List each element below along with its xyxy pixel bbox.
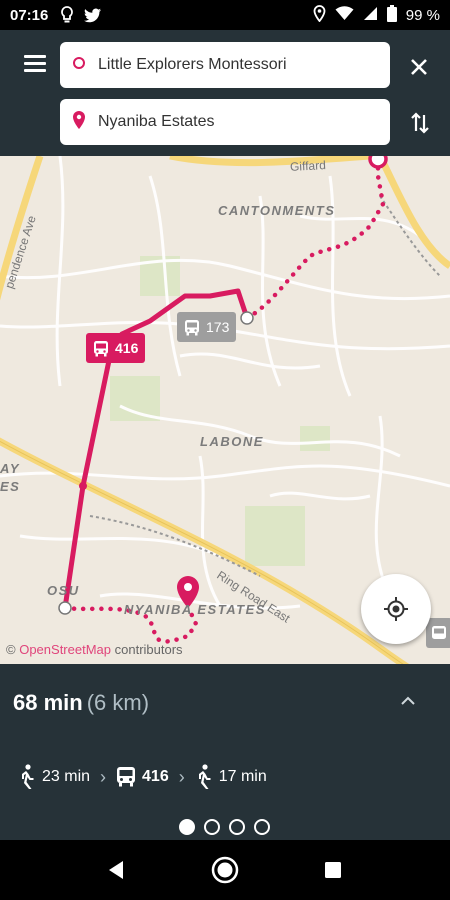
page-dot-2[interactable] xyxy=(204,819,220,835)
bus-icon xyxy=(185,319,199,335)
bus-step: 416 xyxy=(116,766,169,788)
expand-button[interactable] xyxy=(398,694,418,708)
destination-pin-icon xyxy=(72,110,86,135)
wifi-icon xyxy=(335,5,354,25)
route-map[interactable]: CANTONMENTS LABONE NYANIBA ESTATES OSU A… xyxy=(0,156,450,664)
destination-text: Nyaniba Estates xyxy=(98,113,215,130)
walk-step-2: 17 min xyxy=(195,764,267,790)
crosshair-icon xyxy=(384,597,408,621)
battery-percent: 99 % xyxy=(405,6,440,24)
twitter-icon xyxy=(84,8,102,23)
bus-173-label: 173 xyxy=(206,319,230,335)
search-header: Little Explorers Montessori Nyaniba Esta… xyxy=(0,30,450,156)
chevron-right-icon: › xyxy=(100,766,107,787)
walk-step-1: 23 min xyxy=(18,764,90,790)
walk-route-start xyxy=(244,156,386,321)
origin-field[interactable]: Little Explorers Montessori xyxy=(60,42,390,88)
status-bar: 07:16 99 % xyxy=(0,0,450,30)
bus-stop-marker[interactable] xyxy=(426,618,450,648)
home-icon xyxy=(211,856,239,884)
location-icon xyxy=(313,4,326,26)
map-label-partial-2: ES xyxy=(0,479,21,494)
trip-summary-panel[interactable]: 68 min (6 km) 23 min › 416 › 17 min xyxy=(0,664,450,840)
bus-173-badge[interactable]: 173 xyxy=(177,312,237,342)
battery-icon xyxy=(386,4,397,26)
walk-icon xyxy=(22,764,34,789)
swap-icon xyxy=(411,112,429,134)
my-location-button[interactable] xyxy=(361,574,431,644)
origin-marker-icon xyxy=(72,56,86,75)
chevron-right-icon: › xyxy=(178,766,185,787)
walk-icon xyxy=(198,764,211,789)
map-label-nyaniba: NYANIBA ESTATES xyxy=(124,602,266,617)
menu-button[interactable] xyxy=(20,52,50,76)
bus-416-label: 416 xyxy=(115,340,139,356)
bus-icon xyxy=(94,340,108,356)
chevron-up-icon xyxy=(401,696,415,705)
trip-duration: 68 min (6 km) xyxy=(13,690,150,715)
recents-icon xyxy=(325,862,341,878)
origin-text: Little Explorers Montessori xyxy=(98,56,287,73)
openstreetmap-link[interactable]: OpenStreetMap xyxy=(19,642,111,657)
page-dot-4[interactable] xyxy=(254,819,270,835)
lightbulb-icon xyxy=(60,6,74,24)
signal-icon xyxy=(363,6,378,25)
menu-icon xyxy=(24,55,46,58)
map-label-osu: OSU xyxy=(47,583,80,598)
map-label-partial-1: AY xyxy=(0,461,21,476)
back-button[interactable] xyxy=(101,855,131,885)
page-dot-3[interactable] xyxy=(229,819,245,835)
close-icon xyxy=(411,59,427,75)
bus-icon xyxy=(432,625,446,639)
map-label-cantonments: CANTONMENTS xyxy=(218,203,336,218)
road-label-giffard: Giffard xyxy=(289,158,327,174)
back-icon xyxy=(109,861,123,879)
trip-distance: (6 km) xyxy=(86,690,150,715)
page-indicator xyxy=(179,819,270,835)
home-button[interactable] xyxy=(210,855,240,885)
recents-button[interactable] xyxy=(318,855,348,885)
map-attribution: © OpenStreetMap contributors xyxy=(6,642,183,657)
bus-icon xyxy=(117,767,136,787)
page-dot-1[interactable] xyxy=(179,819,195,835)
destination-field[interactable]: Nyaniba Estates xyxy=(60,99,390,145)
trip-steps: 23 min › 416 › 17 min xyxy=(18,764,267,790)
swap-button[interactable] xyxy=(406,108,434,138)
close-button[interactable] xyxy=(404,52,434,82)
map-label-labone: LABONE xyxy=(200,434,264,449)
status-time: 07:16 xyxy=(10,6,49,24)
bus-416-badge[interactable]: 416 xyxy=(86,333,146,363)
system-nav-bar xyxy=(0,840,450,900)
